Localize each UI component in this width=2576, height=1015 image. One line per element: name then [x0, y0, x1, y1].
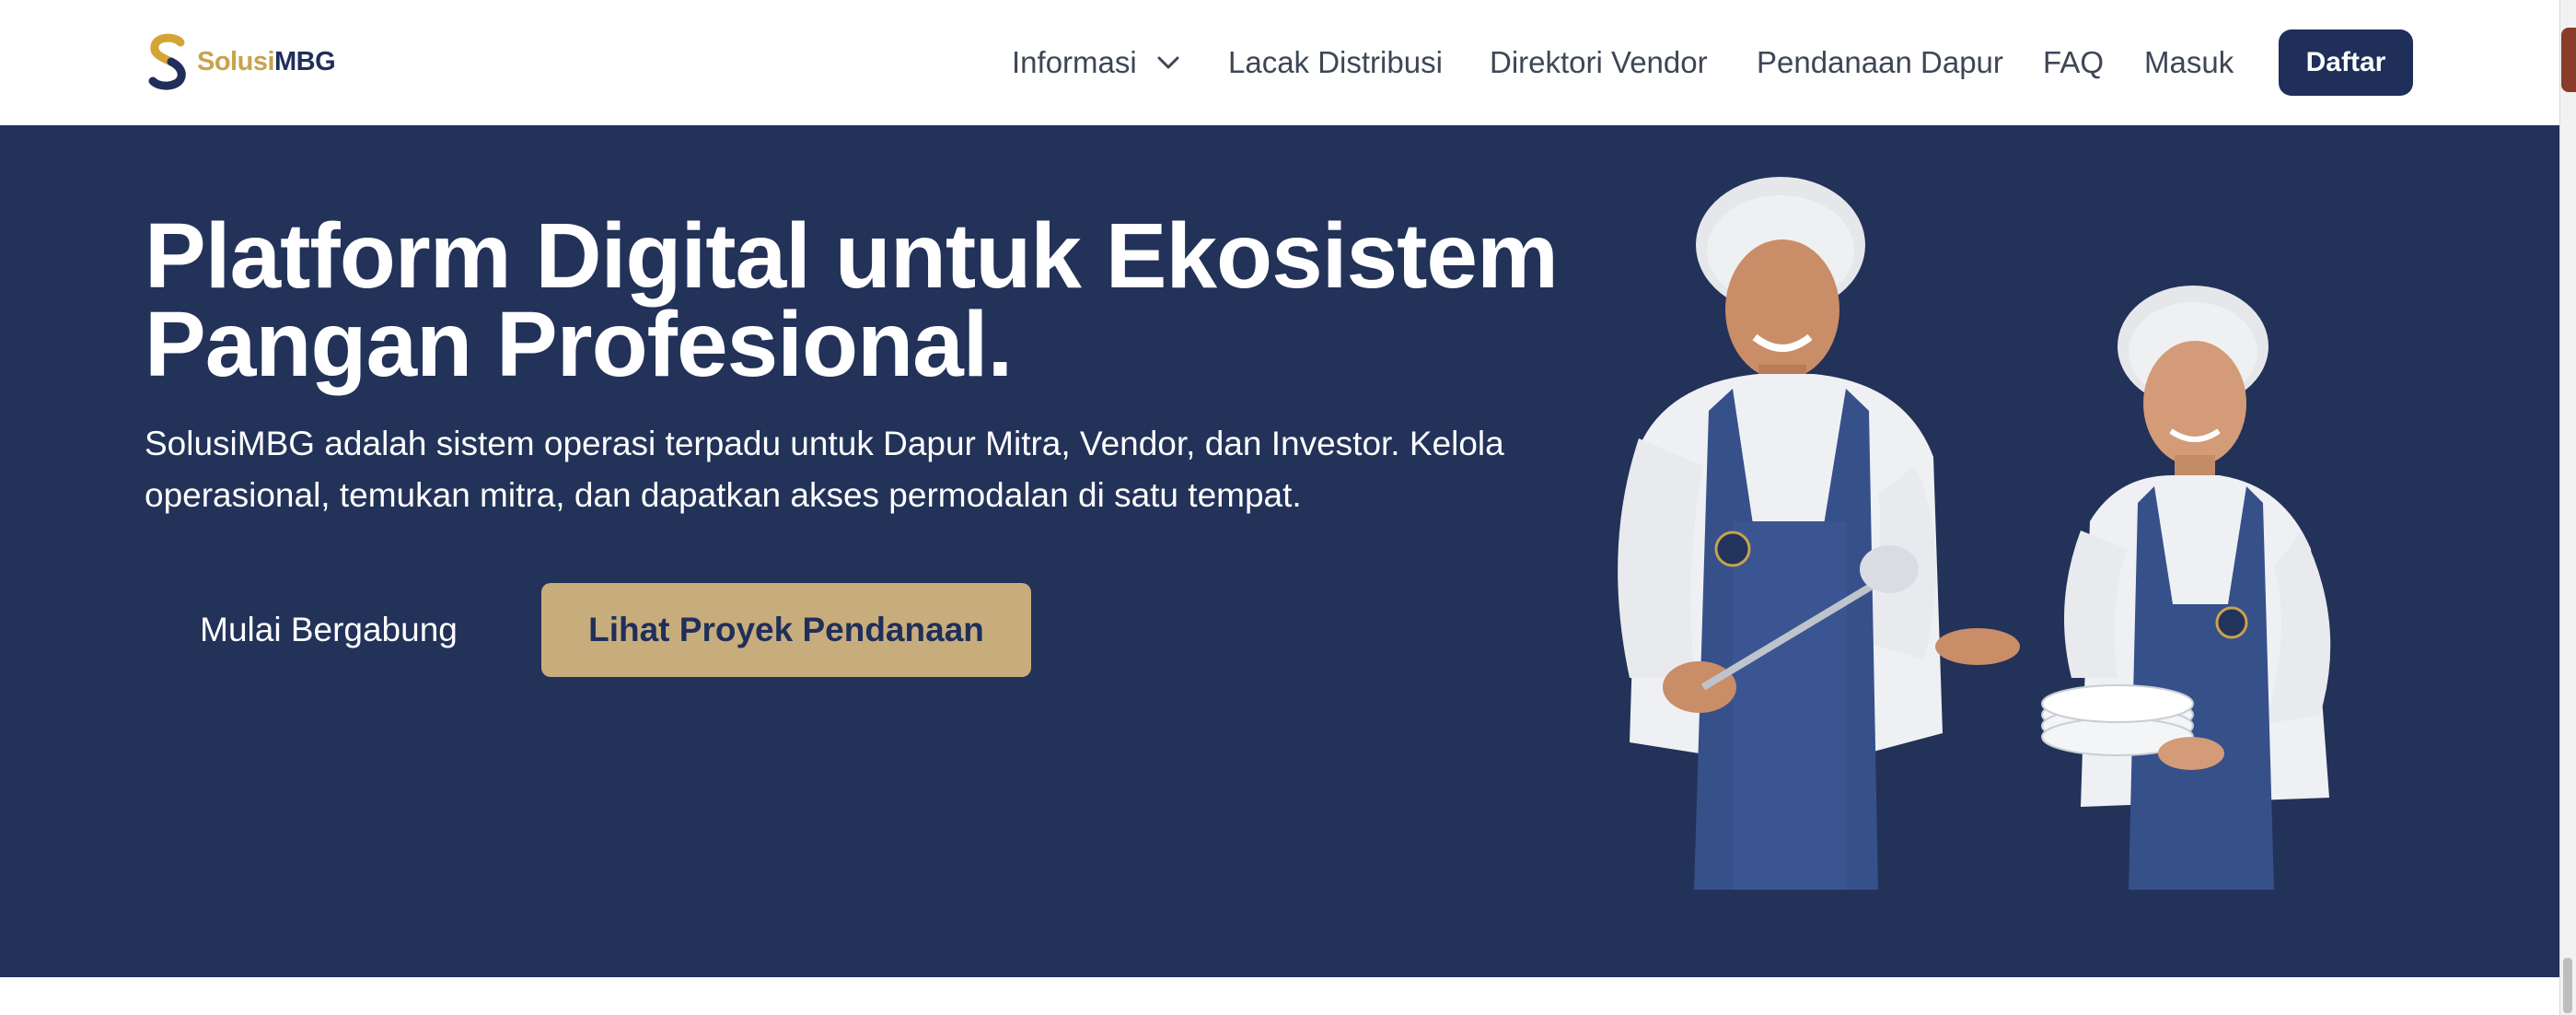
brand-name-part2: MBG [274, 46, 336, 76]
hero-section: Platform Digital untuk Ekosistem Pangan … [0, 125, 2559, 977]
chefs-illustration [1618, 177, 2331, 890]
window-edge-strip [2559, 0, 2576, 1015]
chef-right [2041, 286, 2331, 890]
chef-left [1618, 177, 2020, 890]
s-logo-icon [148, 33, 186, 90]
hero-description: SolusiMBG adalah sistem operasi terpadu … [145, 425, 1504, 514]
top-navbar: SolusiMBG Informasi Lacak Distribusi Dir… [0, 0, 2559, 125]
brand-logo[interactable]: SolusiMBG [147, 33, 336, 90]
scrollbar-thumb[interactable] [2563, 958, 2572, 1013]
nav-lacak-distribusi[interactable]: Lacak Distribusi [1228, 37, 1443, 88]
nav-informasi-dropdown[interactable]: Informasi [1012, 37, 1181, 88]
nav-pendanaan-dapur[interactable]: Pendanaan Dapur [1757, 37, 2003, 88]
hero-title-line2: Pangan Profesional. [145, 293, 1013, 396]
daftar-button[interactable]: Daftar [2279, 29, 2413, 96]
lihat-proyek-pendanaan-button[interactable]: Lihat Proyek Pendanaan [541, 583, 1031, 677]
brand-name-part1: Solusi [197, 46, 275, 76]
brand-name: SolusiMBG [197, 46, 336, 77]
nav-informasi-label: Informasi [1012, 45, 1137, 79]
hero-title: Platform Digital untuk Ekosistem Pangan … [145, 204, 1581, 396]
hero-title-line1: Platform Digital untuk Ekosistem [145, 204, 1559, 308]
nav-masuk[interactable]: Masuk [2144, 37, 2234, 88]
nav-direktori-vendor[interactable]: Direktori Vendor [1490, 37, 1708, 88]
edge-avatar-icon [2561, 28, 2576, 92]
nav-faq[interactable]: FAQ [2043, 37, 2104, 88]
chevron-down-icon [1157, 56, 1179, 69]
mulai-bergabung-button[interactable]: Mulai Bergabung [145, 583, 513, 677]
